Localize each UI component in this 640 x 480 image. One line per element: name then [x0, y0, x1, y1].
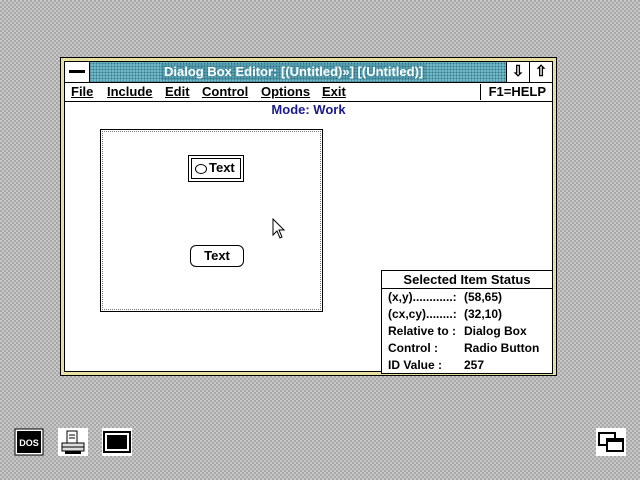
radio-circle-icon	[195, 164, 207, 174]
radio-button-label: Text	[209, 160, 235, 175]
dos-icon[interactable]: DOS	[14, 428, 44, 456]
status-row-xy: (x,y)............: (58,65)	[382, 289, 552, 306]
menu-bar: File Include Edit Control Options Exit F…	[65, 83, 552, 102]
status-value: 257	[464, 358, 485, 372]
status-key: Control :	[388, 341, 438, 355]
status-key: Relative to :	[388, 324, 457, 338]
status-key: ID Value :	[388, 358, 443, 372]
status-value: Radio Button	[464, 341, 540, 355]
menu-exit[interactable]: Exit	[322, 84, 346, 100]
window-title: Dialog Box Editor: [(Untitled)»] [(Untit…	[161, 64, 427, 80]
dialog-editor-window: Dialog Box Editor: [(Untitled)»] [(Untit…	[60, 57, 557, 376]
status-value: Dialog Box	[464, 324, 527, 338]
menu-file[interactable]: File	[71, 84, 93, 100]
mode-indicator: Mode: Work	[271, 102, 346, 117]
monitor-icon[interactable]	[102, 428, 132, 456]
system-menu-icon[interactable]	[65, 62, 90, 82]
menu-include[interactable]: Include	[107, 84, 153, 100]
status-row-id: ID Value : 257	[382, 357, 552, 374]
up-arrow-icon: ⇧	[534, 63, 548, 80]
radio-button-control[interactable]: Text	[188, 155, 244, 182]
window-client: Dialog Box Editor: [(Untitled)»] [(Untit…	[64, 61, 553, 374]
status-row-control: Control : Radio Button	[382, 340, 552, 357]
title-bar[interactable]: Dialog Box Editor: [(Untitled)»] [(Untit…	[65, 62, 552, 83]
dialog-preview[interactable]: Text Text	[100, 129, 323, 312]
status-value: (32,10)	[464, 307, 503, 321]
status-panel-title: Selected Item Status	[382, 271, 552, 289]
status-value: (58,65)	[464, 290, 503, 304]
maximize-button[interactable]: ⇧	[529, 62, 552, 82]
push-button-control[interactable]: Text	[190, 245, 244, 267]
mouse-pointer-icon	[272, 218, 286, 239]
menu-options[interactable]: Options	[261, 84, 310, 100]
status-key: (cx,cy)........:	[388, 307, 457, 321]
status-key: (x,y)............:	[388, 290, 457, 304]
help-hint[interactable]: F1=HELP	[479, 84, 546, 100]
menu-control[interactable]: Control	[202, 84, 248, 100]
svg-text:DOS: DOS	[19, 438, 39, 448]
status-row-relative: Relative to : Dialog Box	[382, 323, 552, 340]
down-arrow-icon: ⇩	[511, 63, 525, 80]
status-row-cxcy: (cx,cy)........: (32,10)	[382, 306, 552, 323]
minimize-button[interactable]: ⇩	[506, 62, 529, 82]
selected-item-status-panel: Selected Item Status (x,y)............:(…	[381, 270, 553, 374]
menu-edit[interactable]: Edit	[165, 84, 190, 100]
selection-frame: Text	[191, 158, 241, 179]
printer-icon[interactable]	[58, 428, 88, 456]
window-switch-icon[interactable]	[596, 428, 626, 456]
